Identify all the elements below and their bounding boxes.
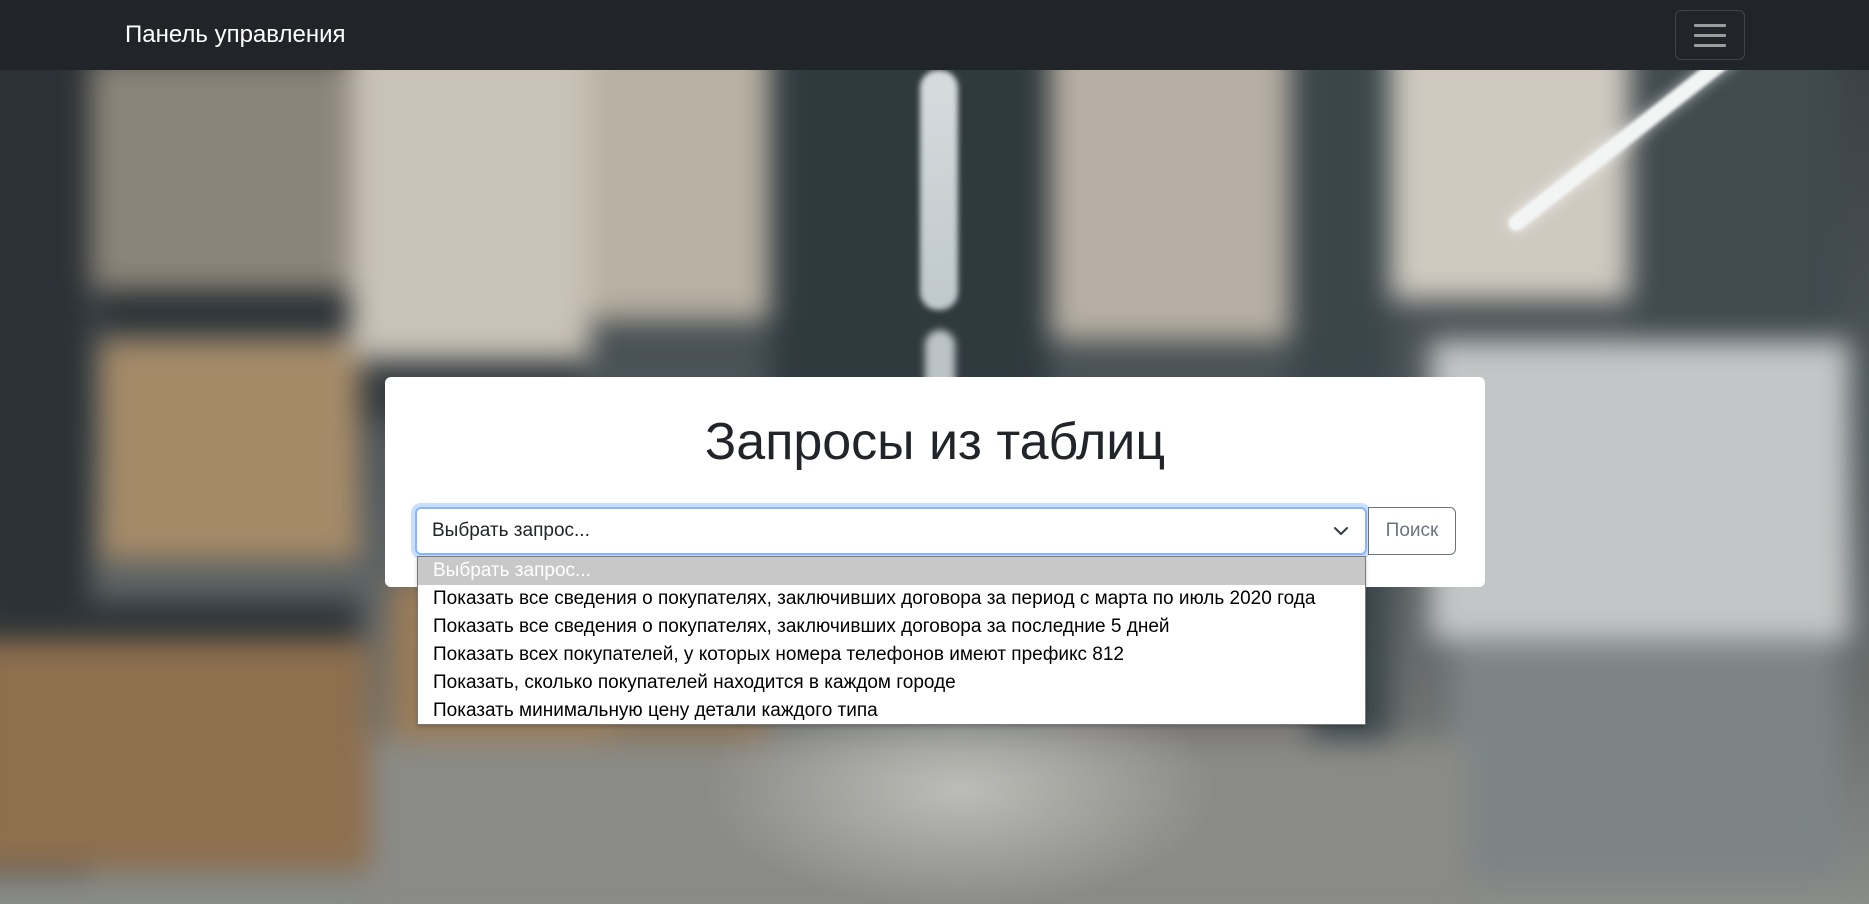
query-options-list: Выбрать запрос... Показать все сведения … [417, 556, 1366, 725]
query-option[interactable]: Показать всех покупателей, у которых ном… [418, 641, 1365, 669]
search-button[interactable]: Поиск [1368, 507, 1456, 555]
navbar: Панель управления [0, 0, 1869, 70]
query-option[interactable]: Показать минимальную цену детали каждого… [418, 697, 1365, 725]
navbar-toggler-button[interactable] [1675, 10, 1745, 60]
query-option[interactable]: Показать все сведения о покупателях, зак… [418, 613, 1365, 641]
hamburger-icon [1694, 23, 1726, 27]
query-select-value: Выбрать запрос... [432, 520, 590, 541]
page-title: Запросы из таблиц [704, 413, 1166, 471]
query-option[interactable]: Показать, сколько покупателей находится … [418, 669, 1365, 697]
query-option[interactable]: Показать все сведения о покупателях, зак… [418, 585, 1365, 613]
navbar-brand[interactable]: Панель управления [125, 20, 345, 50]
query-option[interactable]: Выбрать запрос... [418, 557, 1365, 585]
query-select[interactable]: Выбрать запрос... [415, 507, 1367, 555]
chevron-down-icon [1334, 527, 1348, 535]
